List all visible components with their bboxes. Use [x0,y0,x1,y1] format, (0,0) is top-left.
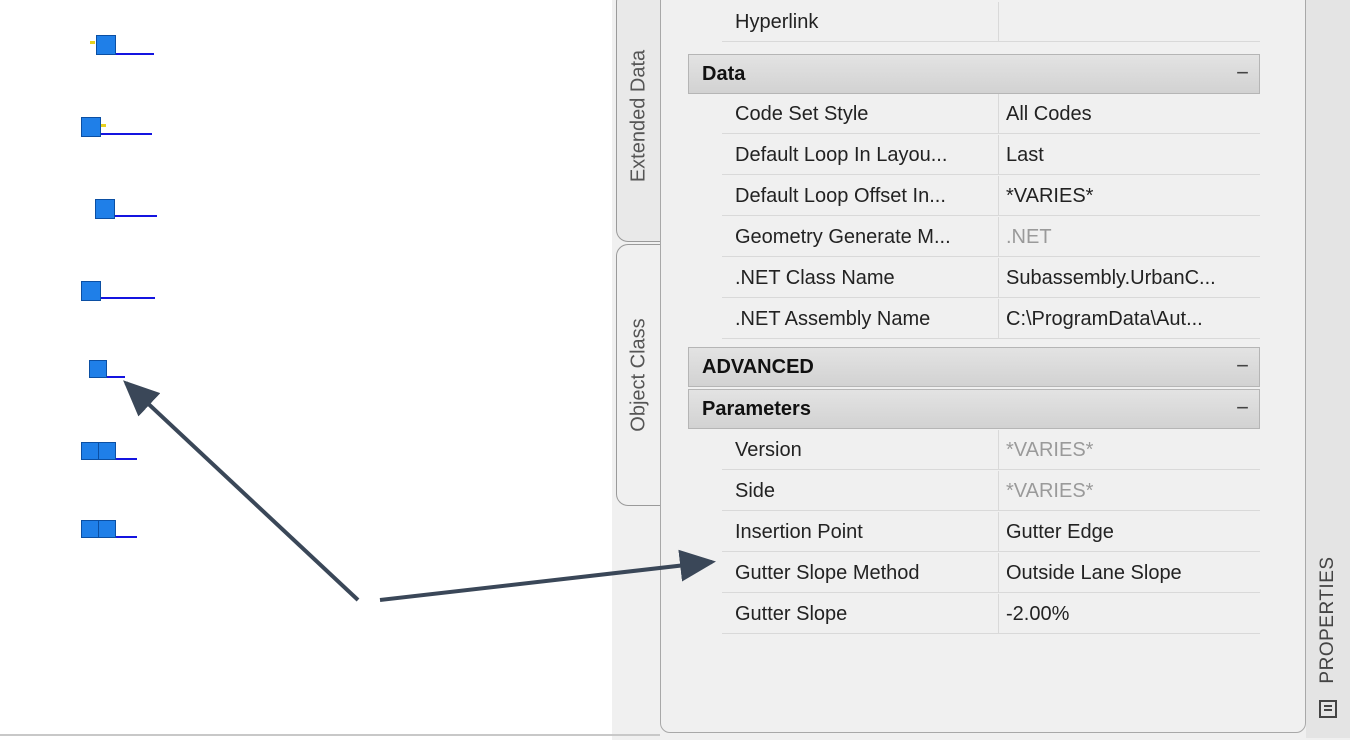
property-value[interactable]: Outside Lane Slope [999,553,1260,593]
palette-titlebar[interactable]: PROPERTIES [1306,0,1350,738]
subassembly-glyph-5[interactable] [89,360,127,382]
subassembly-glyph-6[interactable] [81,442,139,464]
section-data-header[interactable]: Data − [688,54,1260,94]
property-row[interactable]: Geometry Generate M... .NET [722,217,1260,257]
section-title: ADVANCED [702,356,814,378]
property-name: Gutter Slope Method [722,553,999,593]
property-name: Gutter Slope [722,594,999,634]
property-value[interactable]: Gutter Edge [999,512,1260,552]
properties-palette-icon[interactable] [1319,700,1337,718]
subassembly-glyph-7[interactable] [81,520,139,542]
minus-toggle-icon[interactable]: − [1236,55,1249,91]
property-value[interactable]: *VARIES* [999,176,1260,216]
property-value[interactable]: -2.00% [999,594,1260,634]
property-row[interactable]: .NET Assembly Name C:\ProgramData\Aut... [722,299,1260,339]
section-title: Data [702,63,746,85]
property-row[interactable]: Gutter Slope Method Outside Lane Slope [722,553,1260,593]
property-name: Hyperlink [722,2,999,42]
minus-toggle-icon[interactable]: − [1236,390,1249,426]
property-row[interactable]: .NET Class Name Subassembly.UrbanC... [722,258,1260,298]
section-advanced-header[interactable]: ADVANCED − [688,347,1260,387]
property-row[interactable]: Insertion Point Gutter Edge [722,512,1260,552]
drawing-canvas[interactable] [0,0,615,738]
property-value[interactable]: *VARIES* [999,430,1260,470]
section-title: Parameters [702,398,811,420]
property-row-hyperlink[interactable]: Hyperlink [722,2,1260,42]
property-name: Side [722,471,999,511]
subassembly-glyph-3[interactable] [95,199,159,221]
tab-object-class-label: Object Class [627,318,649,432]
subassembly-glyph-1[interactable] [90,35,156,57]
property-name: .NET Assembly Name [722,299,999,339]
property-name: Insertion Point [722,512,999,552]
property-value[interactable]: C:\ProgramData\Aut... [999,299,1260,339]
palette-title: PROPERTIES [1317,556,1338,684]
tab-object-class[interactable]: Object Class [616,244,660,506]
property-value[interactable] [999,2,1260,42]
property-name: Default Loop Offset In... [722,176,999,216]
minus-toggle-icon[interactable]: − [1236,348,1249,384]
property-row[interactable]: Default Loop Offset In... *VARIES* [722,176,1260,216]
property-row[interactable]: Gutter Slope -2.00% [722,594,1260,634]
property-value[interactable]: Last [999,135,1260,175]
property-value: .NET [1006,226,1052,248]
tab-extended-data-label: Extended Data [627,49,649,183]
subassembly-glyph-2[interactable] [81,117,153,139]
property-row[interactable]: Side *VARIES* [722,471,1260,511]
property-row[interactable]: Code Set Style All Codes [722,94,1260,134]
property-name: Code Set Style [722,94,999,134]
tab-extended-data[interactable]: Extended Data [616,0,660,242]
property-row[interactable]: Default Loop In Layou... Last [722,135,1260,175]
property-name: Version [722,430,999,470]
subassembly-glyph-4[interactable] [81,281,157,303]
property-value[interactable]: *VARIES* [999,471,1260,511]
property-value[interactable]: Subassembly.UrbanC... [999,258,1260,298]
property-name: Default Loop In Layou... [722,135,999,175]
property-name: Geometry Generate M... [722,217,999,257]
property-name: .NET Class Name [722,258,999,298]
section-parameters-header[interactable]: Parameters − [688,389,1260,429]
property-row[interactable]: Version *VARIES* [722,430,1260,470]
canvas-bottom-border [0,734,660,736]
property-value[interactable]: All Codes [999,94,1260,134]
